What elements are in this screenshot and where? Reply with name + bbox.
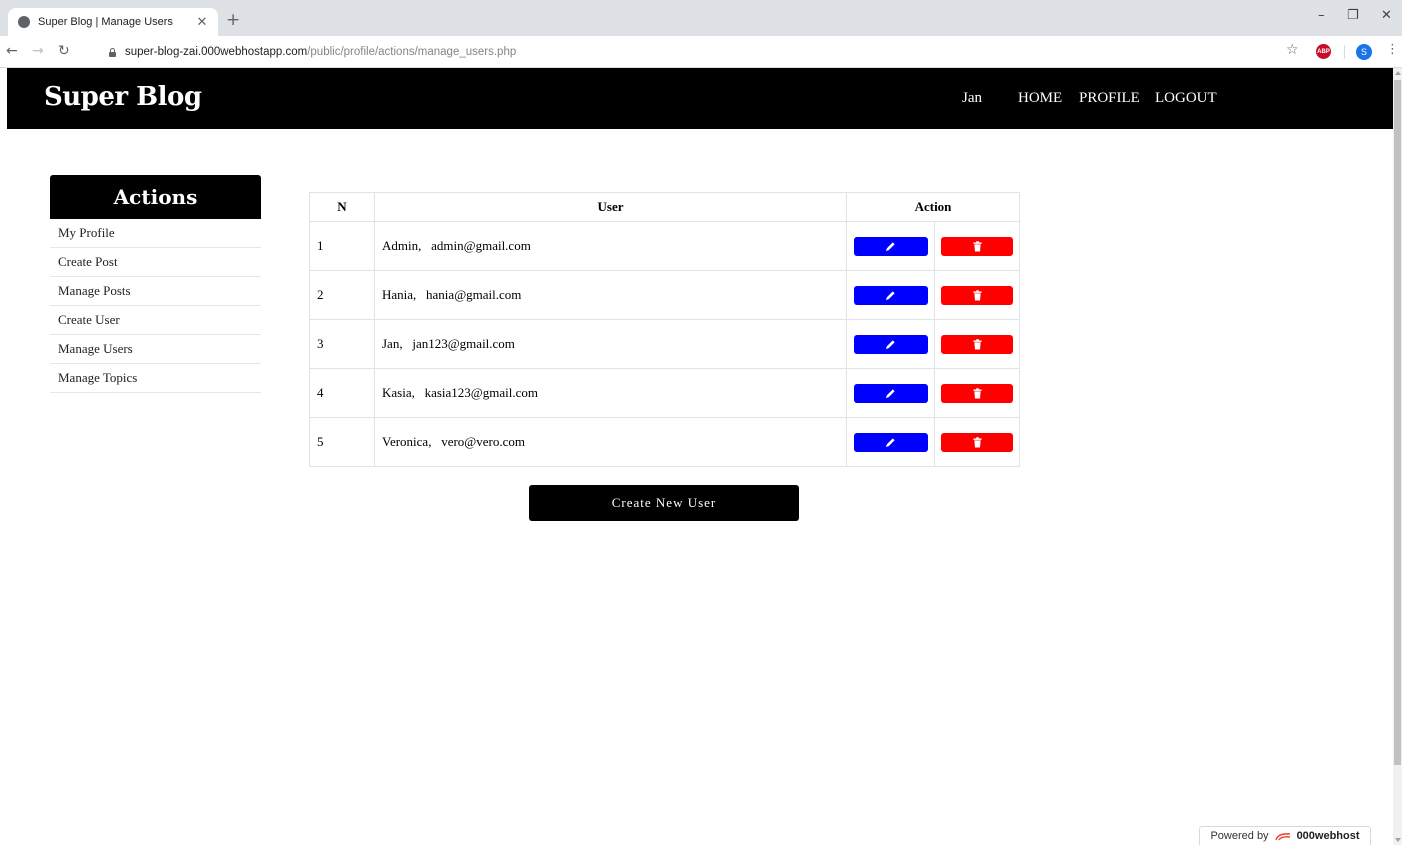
header-user: User — [374, 192, 847, 222]
nav-logout[interactable]: LOGOUT — [1155, 90, 1217, 107]
users-table: N User Action 1 Admin, admin@gmail.com 2… — [309, 192, 1020, 467]
close-tab-icon[interactable]: ✕ — [194, 14, 210, 30]
new-tab-icon[interactable]: + — [226, 10, 240, 30]
address-bar: ← → ↻ super-blog-zai.000webhostapp.com/p… — [0, 36, 1402, 68]
delete-user-button[interactable] — [941, 383, 1013, 403]
delete-user-button[interactable] — [941, 334, 1013, 354]
pencil-icon — [885, 437, 895, 447]
trash-icon — [972, 338, 982, 349]
minimize-icon[interactable]: – — [1318, 8, 1325, 23]
row-number: 3 — [309, 319, 375, 369]
sidebar-item-manage-users[interactable]: Manage Users — [50, 335, 261, 364]
delete-user-button[interactable] — [941, 432, 1013, 452]
header-action: Action — [846, 192, 1020, 222]
row-number: 4 — [309, 368, 375, 418]
table-header-row: N User Action — [309, 192, 1020, 222]
table-row: 2 Hania, hania@gmail.com — [309, 270, 1020, 320]
create-new-user-button[interactable]: Create New User — [529, 485, 799, 521]
powered-by-badge[interactable]: Powered by 000webhost — [1199, 826, 1371, 845]
profile-avatar[interactable]: S — [1356, 44, 1372, 60]
pencil-icon — [885, 388, 895, 398]
scroll-down-icon[interactable] — [1395, 838, 1401, 842]
back-icon[interactable]: ← — [6, 43, 18, 59]
restore-icon[interactable]: ❐ — [1347, 8, 1359, 23]
tab-title: Super Blog | Manage Users — [38, 16, 173, 28]
edit-user-button[interactable] — [853, 285, 928, 305]
nav-home[interactable]: HOME — [1018, 90, 1062, 107]
edit-cell — [846, 319, 935, 369]
reload-icon[interactable]: ↻ — [58, 43, 70, 59]
webhost-logo-icon — [1274, 833, 1290, 841]
delete-cell — [934, 221, 1020, 271]
row-user: Veronica, vero@vero.com — [374, 417, 847, 467]
globe-icon — [18, 16, 30, 28]
powered-by-label: Powered by — [1210, 830, 1269, 842]
powered-by-brand: 000webhost — [1296, 830, 1360, 842]
site-header: Super Blog Jan HOME PROFILE LOGOUT — [7, 68, 1393, 129]
url-path: /public/profile/actions/manage_users.php — [307, 46, 517, 58]
browser-tab-strip: Super Blog | Manage Users ✕ + – ❐ ✕ — [0, 0, 1402, 36]
pencil-icon — [885, 339, 895, 349]
browser-tab[interactable]: Super Blog | Manage Users ✕ — [8, 8, 218, 36]
row-number: 5 — [309, 417, 375, 467]
row-user: Hania, hania@gmail.com — [374, 270, 847, 320]
trash-icon — [972, 240, 982, 251]
table-row: 5 Veronica, vero@vero.com — [309, 417, 1020, 467]
bookmark-star-icon[interactable]: ☆ — [1286, 42, 1299, 58]
edit-cell — [846, 270, 935, 320]
delete-cell — [934, 270, 1020, 320]
lock-icon — [108, 47, 117, 57]
sidebar-item-manage-posts[interactable]: Manage Posts — [50, 277, 261, 306]
pencil-icon — [885, 241, 895, 251]
table-row: 3 Jan, jan123@gmail.com — [309, 319, 1020, 369]
nav-profile[interactable]: PROFILE — [1079, 90, 1140, 107]
row-user: Kasia, kasia123@gmail.com — [374, 368, 847, 418]
row-number: 1 — [309, 221, 375, 271]
trash-icon — [972, 436, 982, 447]
edit-user-button[interactable] — [853, 236, 928, 256]
sidebar-title: Actions — [50, 175, 261, 219]
url-host: super-blog-zai.000webhostapp.com — [125, 46, 308, 58]
delete-user-button[interactable] — [941, 236, 1013, 256]
url-field[interactable]: super-blog-zai.000webhostapp.com/public/… — [98, 40, 1278, 64]
sidebar-menu: My Profile Create Post Manage Posts Crea… — [50, 219, 261, 393]
sidebar-item-my-profile[interactable]: My Profile — [50, 219, 261, 248]
window-close-icon[interactable]: ✕ — [1381, 8, 1392, 23]
row-user: Jan, jan123@gmail.com — [374, 319, 847, 369]
forward-icon[interactable]: → — [32, 43, 44, 59]
page-scrollbar[interactable] — [1393, 68, 1402, 845]
browser-menu-icon[interactable]: ⋮ — [1386, 42, 1399, 57]
edit-cell — [846, 368, 935, 418]
delete-cell — [934, 368, 1020, 418]
table-row: 1 Admin, admin@gmail.com — [309, 221, 1020, 271]
header-n: N — [309, 192, 375, 222]
edit-cell — [846, 417, 935, 467]
site-logo[interactable]: Super Blog — [44, 82, 202, 112]
delete-cell — [934, 417, 1020, 467]
trash-icon — [972, 289, 982, 300]
sidebar-item-create-post[interactable]: Create Post — [50, 248, 261, 277]
edit-user-button[interactable] — [853, 432, 928, 452]
delete-user-button[interactable] — [941, 285, 1013, 305]
delete-cell — [934, 319, 1020, 369]
trash-icon — [972, 387, 982, 398]
sidebar-item-create-user[interactable]: Create User — [50, 306, 261, 335]
toolbar-divider — [1344, 45, 1345, 59]
scroll-up-icon[interactable] — [1395, 71, 1401, 75]
scrollbar-thumb[interactable] — [1394, 80, 1401, 765]
actions-sidebar: Actions My Profile Create Post Manage Po… — [50, 175, 261, 393]
adblock-icon[interactable]: ABP — [1316, 44, 1331, 59]
sidebar-item-manage-topics[interactable]: Manage Topics — [50, 364, 261, 393]
row-user: Admin, admin@gmail.com — [374, 221, 847, 271]
edit-user-button[interactable] — [853, 383, 928, 403]
edit-user-button[interactable] — [853, 334, 928, 354]
edit-cell — [846, 221, 935, 271]
table-row: 4 Kasia, kasia123@gmail.com — [309, 368, 1020, 418]
nav-username: Jan — [962, 90, 982, 106]
row-number: 2 — [309, 270, 375, 320]
pencil-icon — [885, 290, 895, 300]
